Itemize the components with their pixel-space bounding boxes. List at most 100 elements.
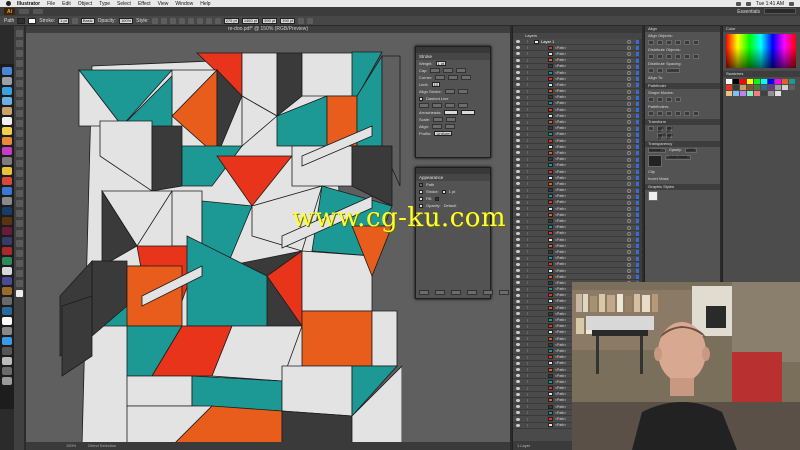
- visibility-eye-icon[interactable]: [516, 139, 520, 143]
- path-name[interactable]: <Path>: [555, 238, 566, 242]
- visibility-eye-icon[interactable]: [516, 337, 520, 341]
- visibility-eye-icon[interactable]: [516, 225, 520, 229]
- lock-toggle[interactable]: [524, 398, 528, 402]
- target-icon[interactable]: [627, 250, 631, 255]
- width-tool-icon[interactable]: [15, 150, 23, 157]
- lock-toggle[interactable]: [524, 374, 528, 378]
- target-icon[interactable]: [627, 101, 631, 106]
- perspective-tool-icon[interactable]: [15, 180, 23, 187]
- visibility-eye-icon[interactable]: [516, 151, 520, 155]
- intersect-icon[interactable]: [666, 97, 672, 102]
- path-name[interactable]: <Path>: [555, 355, 566, 359]
- path-name[interactable]: <Path>: [555, 188, 566, 192]
- arrow-align-icon[interactable]: [432, 124, 443, 129]
- target-icon[interactable]: [627, 145, 631, 150]
- path-name[interactable]: <Path>: [555, 423, 566, 427]
- lock-toggle[interactable]: [524, 71, 528, 75]
- stroke-weight-field[interactable]: 1 pt: [58, 17, 69, 24]
- path-name[interactable]: <Path>: [555, 368, 566, 372]
- lock-toggle[interactable]: [524, 52, 528, 56]
- lock-toggle[interactable]: [524, 411, 528, 415]
- transform-icon[interactable]: [298, 17, 305, 24]
- dock-indesign-icon[interactable]: [2, 227, 12, 235]
- dock-app5-icon[interactable]: [2, 247, 12, 255]
- target-icon[interactable]: [627, 151, 631, 156]
- shape-builder-tool-icon[interactable]: [15, 170, 23, 177]
- divide-icon[interactable]: [648, 111, 654, 116]
- align-top-icon[interactable]: [196, 17, 203, 24]
- menu-type[interactable]: Type: [99, 1, 110, 7]
- lock-toggle[interactable]: [524, 89, 528, 93]
- path-name[interactable]: <Path>: [555, 225, 566, 229]
- add-fill-icon[interactable]: [435, 290, 445, 295]
- path-name[interactable]: <Path>: [555, 132, 566, 136]
- dock-app11-icon[interactable]: [2, 307, 12, 315]
- color-swatch[interactable]: [782, 79, 788, 84]
- target-icon[interactable]: [627, 194, 631, 199]
- lock-toggle[interactable]: [524, 231, 528, 235]
- visibility-eye-icon[interactable]: [516, 194, 520, 198]
- visibility-eye-icon[interactable]: [516, 275, 520, 279]
- visibility-eye-icon[interactable]: [516, 83, 520, 87]
- lock-toggle[interactable]: [524, 132, 528, 136]
- crop-icon[interactable]: [675, 111, 681, 116]
- target-icon[interactable]: [627, 176, 631, 181]
- color-swatch[interactable]: [740, 79, 746, 84]
- lock-toggle[interactable]: [524, 256, 528, 260]
- path-name[interactable]: <Path>: [555, 262, 566, 266]
- visibility-eye-icon[interactable]: [516, 40, 520, 44]
- lock-toggle[interactable]: [524, 238, 528, 242]
- path-name[interactable]: <Path>: [555, 318, 566, 322]
- target-icon[interactable]: [627, 114, 631, 119]
- distribute-hcenter-icon[interactable]: [684, 54, 690, 59]
- align-bottom-icon[interactable]: [214, 17, 221, 24]
- path-name[interactable]: <Path>: [555, 64, 566, 68]
- visibility-eye-icon[interactable]: [516, 58, 520, 62]
- transform-y-field[interactable]: 1460 pt: [657, 133, 666, 140]
- visibility-eye-icon[interactable]: [516, 213, 520, 217]
- dock-preferences-icon[interactable]: [2, 157, 12, 165]
- menu-effect[interactable]: Effect: [138, 1, 151, 7]
- color-swatch[interactable]: [733, 85, 739, 90]
- transform-w-field[interactable]: 390 pt: [666, 126, 673, 133]
- visibility-eye-icon[interactable]: [516, 269, 520, 273]
- path-name[interactable]: <Path>: [555, 213, 566, 217]
- visibility-eye-icon[interactable]: [516, 368, 520, 372]
- visibility-eye-icon[interactable]: [516, 145, 520, 149]
- target-icon[interactable]: [627, 58, 631, 63]
- align-top-icon[interactable]: [675, 40, 681, 45]
- dock-app-icon[interactable]: [2, 177, 12, 185]
- path-name[interactable]: <Path>: [555, 95, 566, 99]
- color-swatch[interactable]: [754, 91, 760, 96]
- duplicate-item-icon[interactable]: [483, 290, 493, 295]
- lock-toggle[interactable]: [524, 225, 528, 229]
- lock-toggle[interactable]: [524, 349, 528, 353]
- align-panel-group[interactable]: Align Align Objects: Distribute Objects:…: [644, 26, 720, 284]
- visibility-eye-icon[interactable]: [516, 126, 520, 130]
- path-name[interactable]: <Path>: [555, 386, 566, 390]
- target-icon[interactable]: [627, 219, 631, 224]
- reference-point-icon[interactable]: [648, 126, 654, 131]
- color-swatch[interactable]: [733, 79, 739, 84]
- dock-contacts-icon[interactable]: [2, 107, 12, 115]
- distribute-right-icon[interactable]: [693, 54, 699, 59]
- path-name[interactable]: <Path>: [555, 312, 566, 316]
- lock-toggle[interactable]: [524, 299, 528, 303]
- lock-toggle[interactable]: [524, 423, 528, 427]
- lock-toggle[interactable]: [524, 275, 528, 279]
- visibility-eye-icon[interactable]: [516, 392, 520, 396]
- align-left-icon[interactable]: [648, 40, 654, 45]
- variable-width-icon[interactable]: [71, 17, 78, 24]
- lock-toggle[interactable]: [524, 64, 528, 68]
- target-icon[interactable]: [627, 126, 631, 131]
- path-name[interactable]: <Path>: [555, 417, 566, 421]
- swatches-tab[interactable]: Swatches: [723, 71, 800, 77]
- color-swatch[interactable]: [747, 85, 753, 90]
- path-name[interactable]: <Path>: [555, 398, 566, 402]
- color-swatch[interactable]: [768, 79, 774, 84]
- path-name[interactable]: <Path>: [555, 170, 566, 174]
- mask-thumbnail[interactable]: [648, 155, 662, 167]
- brush-definition-field[interactable]: Basic: [80, 17, 95, 24]
- visibility-eye-icon[interactable]: [516, 361, 520, 365]
- path-name[interactable]: <Path>: [555, 231, 566, 235]
